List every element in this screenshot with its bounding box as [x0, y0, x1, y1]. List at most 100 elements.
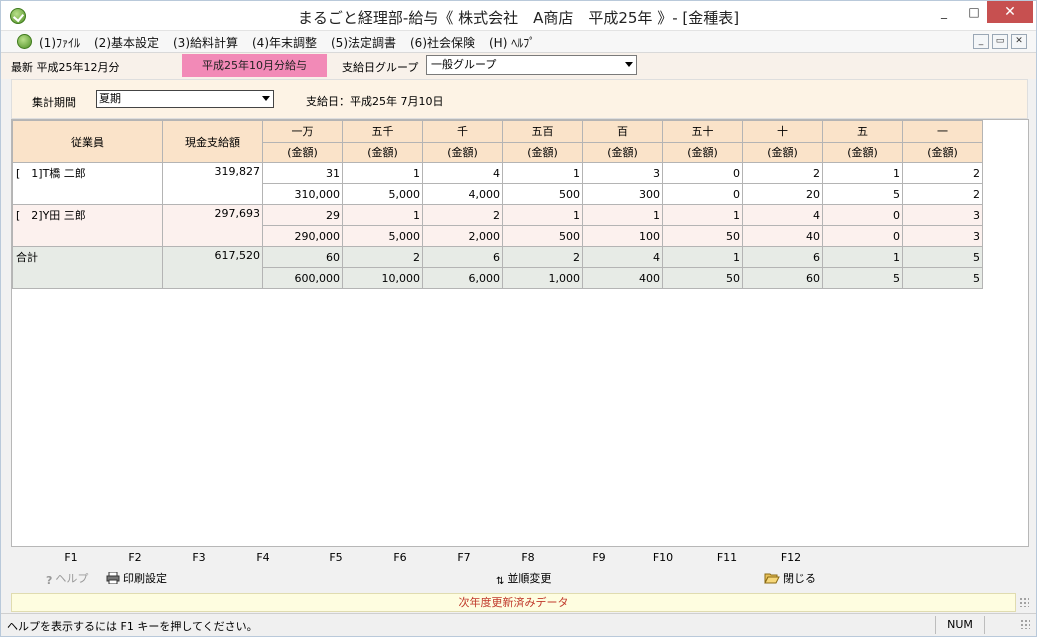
menu-social-insurance[interactable]: (6)社会保険	[410, 34, 475, 51]
chevron-down-icon[interactable]	[625, 62, 633, 67]
denom-count: 1	[822, 162, 903, 184]
menu-file[interactable]: (1)ﾌｧｲﾙ	[39, 34, 80, 51]
function-key-bar: F1 F2 F3 F4 F5 F6 F7 F8 F9 F10 F11 F12 ?…	[1, 549, 1036, 591]
header-denom[interactable]: 千	[422, 120, 503, 143]
denom-amount: 2,000	[422, 225, 503, 247]
denom-amount: 310,000	[262, 183, 343, 205]
help-button-label: ヘルプ	[55, 572, 89, 585]
header-amount-sub: (金額)	[902, 141, 983, 163]
status-text: ヘルプを表示するには F1 キーを押してください。	[7, 620, 258, 633]
header-denom[interactable]: 五十	[662, 120, 743, 143]
denom-amount: 50	[662, 225, 743, 247]
total-row[interactable]: 合計 617,520 60 2 6 2 4 1 6 1 5	[12, 246, 983, 289]
denom-count: 0	[662, 162, 743, 184]
denom-amount: 5	[822, 183, 903, 205]
denomination-table-area[interactable]: 従業員 現金支給額 一万 五千 千 五百 百 五十 十 五 一 (金額) (金額…	[11, 119, 1029, 547]
denom-amount: 500	[502, 183, 583, 205]
header-amount-sub: (金額)	[662, 141, 743, 163]
menu-year-end[interactable]: (4)年末調整	[252, 34, 317, 51]
header-denom[interactable]: 一	[902, 120, 983, 143]
employee-name[interactable]: [ 2]Y田 三郎	[12, 204, 163, 247]
menu-bar: (1)ﾌｧｲﾙ (2)基本設定 (3)給料計算 (4)年末調整 (5)法定調書 …	[1, 31, 1036, 53]
table-row[interactable]: [ 1]T橋 二郎 319,827 31 1 4 1 3 0 2 1 2	[12, 162, 983, 205]
denom-amount: 300	[582, 183, 663, 205]
denom-count: 5	[902, 246, 983, 268]
help-icon: ?	[46, 574, 53, 587]
header-employee[interactable]: 従業員	[12, 120, 163, 163]
header-denom[interactable]: 五千	[342, 120, 423, 143]
minimize-button[interactable]: _	[929, 1, 959, 23]
payday-text: 支給日：平成25年 7月10日	[306, 95, 444, 108]
denom-amount: 60	[742, 267, 823, 289]
status-bar: ヘルプを表示するには F1 キーを押してください。 NUM	[1, 613, 1036, 636]
help-button[interactable]: ? ヘルプ	[46, 570, 88, 587]
header-amount-sub: (金額)	[582, 141, 663, 163]
header-amount-sub: (金額)	[742, 141, 823, 163]
denom-count: 1	[502, 204, 583, 226]
close-button[interactable]: ✕	[987, 1, 1033, 23]
denom-amount: 2	[902, 183, 983, 205]
menu-basic-settings[interactable]: (2)基本設定	[94, 34, 159, 51]
denom-count: 4	[422, 162, 503, 184]
menu-statutory-reports[interactable]: (5)法定調書	[331, 34, 396, 51]
header-amount-sub: (金額)	[262, 141, 343, 163]
period-select[interactable]: 夏期	[96, 90, 274, 108]
title-bar[interactable]: まるごと経理部-給与《 株式会社 A商店 平成25年 》- [金種表] _ □ …	[1, 1, 1036, 31]
header-denom[interactable]: 十	[742, 120, 823, 143]
header-denom[interactable]: 五	[822, 120, 903, 143]
resize-grip-icon[interactable]	[1019, 597, 1029, 607]
print-settings-button[interactable]: 印刷設定	[106, 570, 167, 587]
header-amount-sub: (金額)	[502, 141, 583, 163]
denom-count: 1	[582, 204, 663, 226]
denom-amount: 5	[822, 267, 903, 289]
denom-amount: 4,000	[422, 183, 503, 205]
fkey-label: F5	[329, 551, 343, 564]
fkey-label: F6	[393, 551, 407, 564]
denom-amount: 10,000	[342, 267, 423, 289]
denom-count: 3	[582, 162, 663, 184]
mdi-close-button[interactable]: ✕	[1011, 34, 1027, 49]
payday-group-label: 支給日グループ	[342, 61, 419, 74]
employee-name[interactable]: [ 1]T橋 二郎	[12, 162, 163, 205]
app-menu-icon[interactable]	[17, 34, 32, 49]
header-cash-total[interactable]: 現金支給額	[162, 120, 263, 163]
sort-icon: ⇅	[496, 576, 505, 587]
denom-amount: 3	[902, 225, 983, 247]
header-amount-sub: (金額)	[422, 141, 503, 163]
table-row[interactable]: [ 2]Y田 三郎 297,693 29 1 2 1 1 1 4 0 3	[12, 204, 983, 247]
mdi-minimize-button[interactable]: _	[973, 34, 989, 49]
fkey-label: F4	[256, 551, 270, 564]
menu-payroll-calc[interactable]: (3)給料計算	[173, 34, 238, 51]
denom-amount: 6,000	[422, 267, 503, 289]
menu-help[interactable]: (H) ﾍﾙﾌﾟ	[489, 34, 535, 51]
total-label: 合計	[12, 246, 163, 289]
cash-total: 617,520	[162, 246, 263, 289]
denom-count: 2	[742, 162, 823, 184]
info-row: 最新 平成25年12月分 平成25年10月分給与 支給日グループ 一般グループ	[1, 53, 1036, 79]
mdi-restore-button[interactable]: ▭	[992, 34, 1008, 49]
denom-amount: 1,000	[502, 267, 583, 289]
denom-count: 1	[342, 204, 423, 226]
chevron-down-icon[interactable]	[262, 96, 270, 101]
denom-amount: 400	[582, 267, 663, 289]
denom-amount: 40	[742, 225, 823, 247]
header-denom[interactable]: 一万	[262, 120, 343, 143]
maximize-button[interactable]: □	[959, 1, 989, 23]
header-denom[interactable]: 百	[582, 120, 663, 143]
fkey-label: F10	[652, 551, 674, 564]
denom-amount: 50	[662, 267, 743, 289]
payday-group-select[interactable]: 一般グループ	[426, 55, 637, 75]
denom-count: 2	[502, 246, 583, 268]
denom-count: 1	[342, 162, 423, 184]
denom-count: 1	[822, 246, 903, 268]
printer-icon	[106, 571, 120, 587]
close-screen-button[interactable]: 閉じる	[764, 570, 816, 587]
resize-grip-icon[interactable]	[1020, 619, 1030, 629]
denom-count: 31	[262, 162, 343, 184]
header-denom[interactable]: 五百	[502, 120, 583, 143]
fkey-label: F1	[64, 551, 78, 564]
sort-order-button[interactable]: ⇅ 並順変更	[496, 570, 551, 587]
fkey-label: F11	[716, 551, 738, 564]
close-screen-label: 閉じる	[783, 572, 816, 585]
denom-count: 1	[662, 246, 743, 268]
